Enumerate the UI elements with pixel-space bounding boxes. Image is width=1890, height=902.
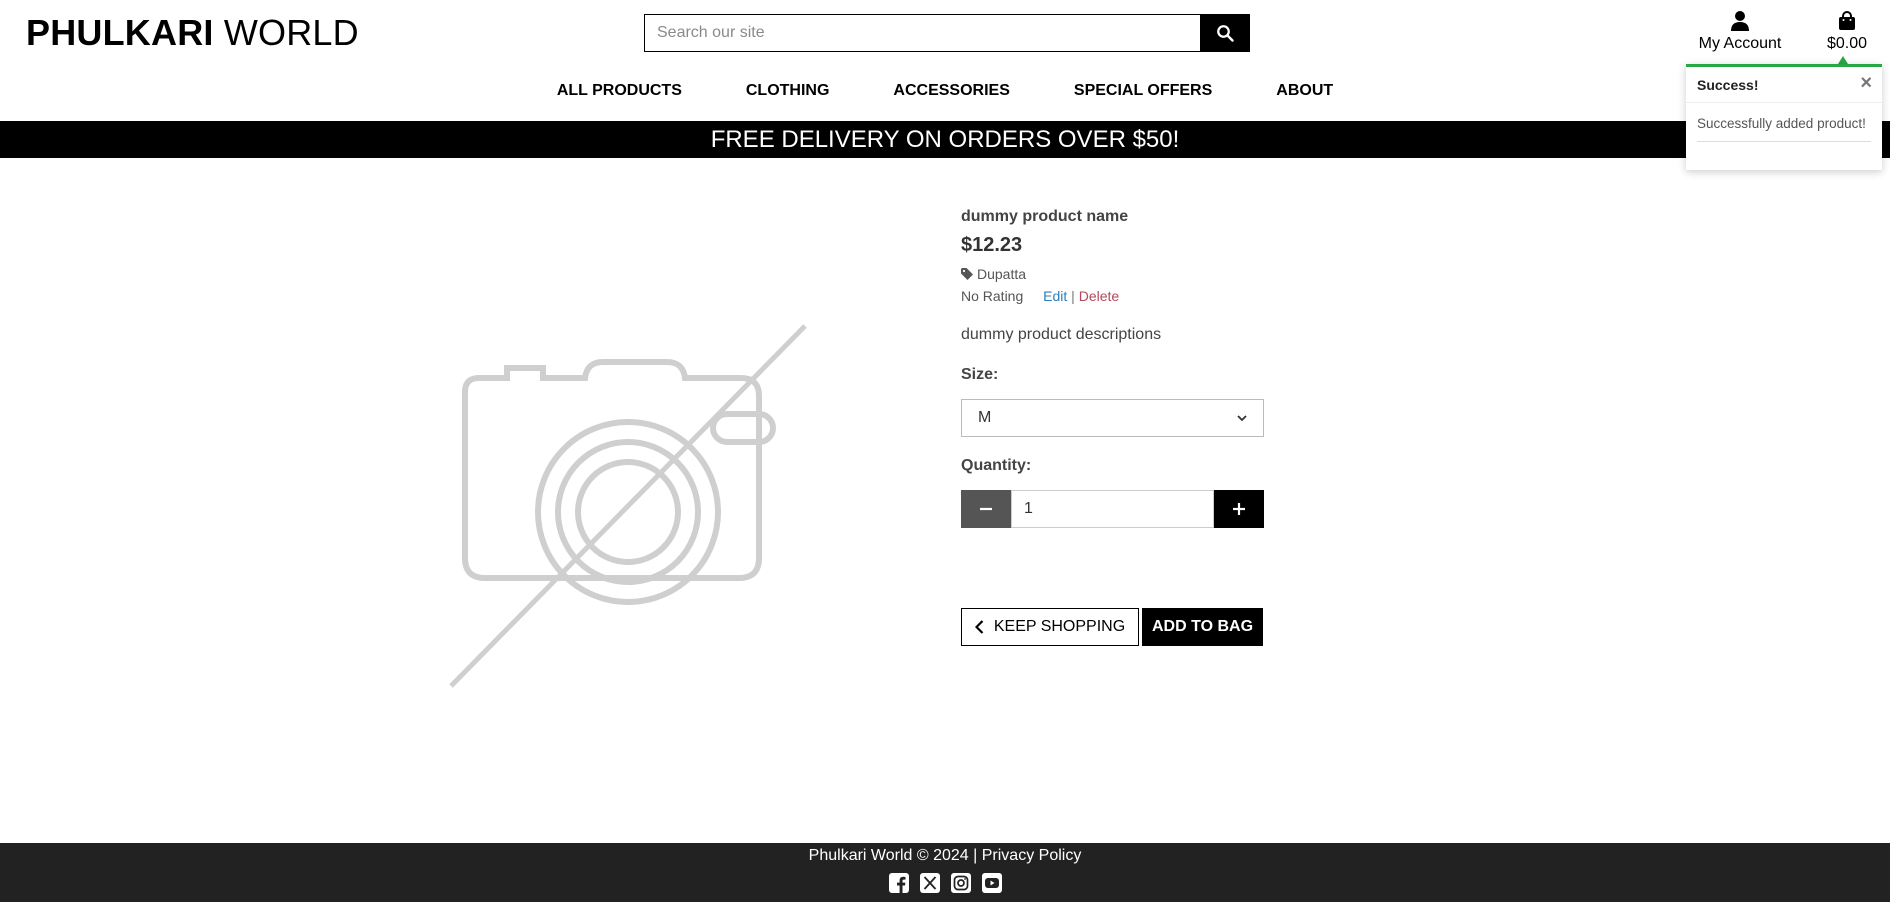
toast-title: Success!: [1697, 77, 1759, 93]
search-form: [644, 14, 1250, 52]
edit-link[interactable]: Edit: [1043, 288, 1067, 304]
chevron-left-icon: [974, 620, 984, 634]
no-image-placeholder: [449, 324, 807, 688]
brand-rest: WORLD: [223, 12, 359, 53]
user-icon: [1731, 11, 1749, 31]
toast-header: Success! ×: [1686, 67, 1882, 103]
nav-special-offers[interactable]: SPECIAL OFFERS: [1074, 82, 1212, 100]
footer-copyright: Phulkari World © 2024 | Privacy Policy: [0, 847, 1890, 865]
product-description: dummy product descriptions: [961, 326, 1162, 343]
site-footer: Phulkari World © 2024 | Privacy Policy: [0, 843, 1890, 902]
product-name: dummy product name: [961, 208, 1129, 225]
decrement-button[interactable]: [961, 490, 1011, 528]
my-account-label: My Account: [1698, 35, 1782, 52]
toast-arrow: [1838, 56, 1848, 64]
add-to-bag-button[interactable]: ADD TO BAG: [1142, 608, 1263, 646]
rating-text: No Rating: [961, 288, 1024, 304]
x-twitter-icon[interactable]: [919, 872, 941, 894]
bag-total: $0.00: [1826, 35, 1868, 52]
keep-shopping-label: KEEP SHOPPING: [993, 618, 1126, 635]
site-logo[interactable]: PHULKARI WORLD: [26, 12, 359, 54]
nav-clothing[interactable]: CLOTHING: [746, 82, 830, 100]
nav-all-products[interactable]: ALL PRODUCTS: [557, 82, 682, 100]
privacy-policy-link[interactable]: Privacy Policy: [982, 847, 1082, 864]
close-icon[interactable]: ×: [1860, 73, 1872, 93]
facebook-icon[interactable]: [888, 872, 910, 894]
quantity-input[interactable]: 1: [1011, 490, 1214, 528]
rating-row: No Rating Edit | Delete: [961, 288, 1266, 304]
chevron-down-icon: [1237, 415, 1247, 422]
size-label: Size:: [961, 366, 999, 383]
size-value: M: [978, 409, 992, 426]
search-button[interactable]: [1200, 14, 1250, 52]
success-toast: Success! × Successfully added product!: [1686, 64, 1882, 170]
keep-shopping-button[interactable]: KEEP SHOPPING: [961, 608, 1139, 646]
minus-icon: [980, 507, 992, 511]
my-account-link[interactable]: My Account: [1697, 10, 1783, 53]
quantity-label: Quantity:: [961, 457, 1032, 474]
nav-about[interactable]: ABOUT: [1276, 82, 1333, 100]
instagram-icon[interactable]: [950, 872, 972, 894]
quantity-stepper: 1: [961, 490, 1264, 528]
product-actions: KEEP SHOPPING ADD TO BAG: [961, 608, 1263, 646]
plus-icon: [1233, 503, 1245, 515]
product-price: $12.23: [961, 234, 1023, 256]
separator: |: [1071, 288, 1075, 304]
social-links: [0, 872, 1890, 894]
toast-body: Successfully added product!: [1686, 103, 1882, 142]
shopping-bag-icon: [1839, 11, 1855, 30]
search-icon: [1217, 25, 1234, 42]
size-select[interactable]: M: [961, 399, 1264, 437]
divider: [1697, 141, 1871, 142]
increment-button[interactable]: [1214, 490, 1264, 528]
product-details: dummy product name $12.23 Dupatta No Rat…: [961, 208, 1266, 528]
nav-accessories[interactable]: ACCESSORIES: [893, 82, 1009, 100]
main-nav: ALL PRODUCTS CLOTHING ACCESSORIES SPECIA…: [0, 82, 1890, 100]
tag-icon: [961, 268, 973, 280]
category-label: Dupatta: [977, 266, 1027, 282]
shopping-bag-link[interactable]: $0.00: [1822, 10, 1872, 53]
copyright-text: Phulkari World © 2024 |: [808, 847, 978, 864]
search-input[interactable]: [644, 14, 1200, 52]
brand-bold: PHULKARI: [26, 12, 214, 53]
youtube-icon[interactable]: [981, 872, 1003, 894]
delivery-banner: FREE DELIVERY ON ORDERS OVER $50!: [0, 121, 1890, 158]
product-category[interactable]: Dupatta: [961, 266, 1266, 282]
delete-link[interactable]: Delete: [1079, 288, 1119, 304]
toast-message: Successfully added product!: [1697, 116, 1866, 131]
